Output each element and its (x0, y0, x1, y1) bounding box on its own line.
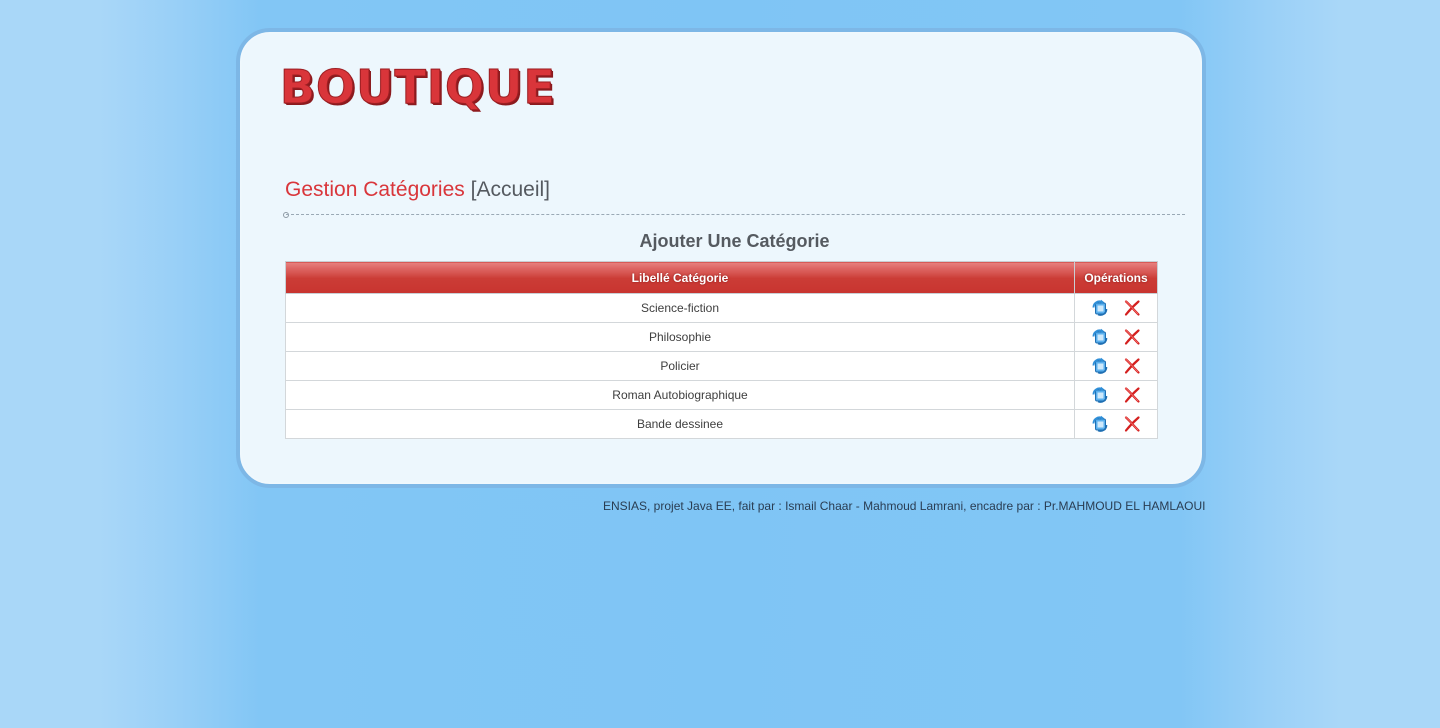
operations-cell (1074, 322, 1158, 352)
table-row: Policier (285, 351, 1158, 381)
category-label: Roman Autobiographique (285, 380, 1075, 410)
category-label: Policier (285, 351, 1075, 381)
boutique-logo: BOUTIQUE (280, 60, 556, 114)
column-header-label: Libellé Catégorie (285, 261, 1075, 294)
operations-cell (1074, 351, 1158, 381)
column-header-operations: Opérations (1074, 261, 1158, 294)
delete-x-icon[interactable] (1123, 357, 1141, 375)
table-row: Philosophie (285, 322, 1158, 352)
category-label: Bande dessinee (285, 409, 1075, 439)
add-category-link[interactable]: Ajouter Une Catégorie (285, 230, 1184, 252)
divider-dot (283, 212, 289, 218)
main-panel: BOUTIQUE Gestion Catégories [Accueil] Aj… (236, 28, 1206, 488)
table-row: Bande dessinee (285, 409, 1158, 439)
operations-cell (1074, 293, 1158, 323)
delete-x-icon[interactable] (1123, 386, 1141, 404)
category-label: Science-fiction (285, 293, 1075, 323)
table-row: Roman Autobiographique (285, 380, 1158, 410)
table-header-row: Libellé Catégorie Opérations (285, 261, 1158, 294)
refresh-edit-icon[interactable] (1091, 299, 1109, 317)
refresh-edit-icon[interactable] (1091, 386, 1109, 404)
operations-cell (1074, 409, 1158, 439)
footer-credits: ENSIAS, projet Java EE, fait par : Ismai… (603, 499, 1206, 513)
category-label: Philosophie (285, 322, 1075, 352)
heading-divider (286, 214, 1185, 215)
table-row: Science-fiction (285, 293, 1158, 323)
categories-table: Libellé Catégorie Opérations Science-fic… (285, 261, 1158, 439)
breadcrumb: [Accueil] (471, 178, 550, 201)
page-title: Gestion Catégories (285, 178, 465, 201)
delete-x-icon[interactable] (1123, 415, 1141, 433)
breadcrumb-home-link[interactable]: Accueil (476, 178, 544, 201)
refresh-edit-icon[interactable] (1091, 415, 1109, 433)
delete-x-icon[interactable] (1123, 328, 1141, 346)
page-heading: Gestion Catégories [Accueil] (285, 178, 550, 202)
refresh-edit-icon[interactable] (1091, 357, 1109, 375)
delete-x-icon[interactable] (1123, 299, 1141, 317)
refresh-edit-icon[interactable] (1091, 328, 1109, 346)
operations-cell (1074, 380, 1158, 410)
breadcrumb-close: ] (544, 178, 550, 201)
